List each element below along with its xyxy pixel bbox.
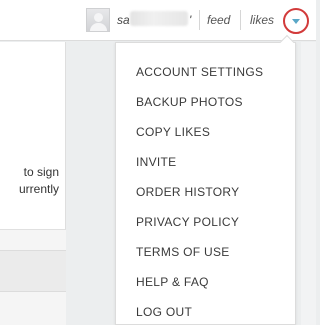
background-box-row <box>0 250 66 292</box>
menu-item-terms-of-use[interactable]: TERMS OF USE <box>136 245 230 259</box>
menu-item-copy-likes[interactable]: COPY LIKES <box>136 125 210 139</box>
account-dropdown-menu: ACCOUNT SETTINGS BACKUP PHOTOS COPY LIKE… <box>115 34 296 325</box>
avatar[interactable] <box>86 8 110 32</box>
menu-item-account-settings[interactable]: ACCOUNT SETTINGS <box>136 65 263 79</box>
menu-item-help-faq[interactable]: HELP & FAQ <box>136 275 209 289</box>
username-redacted <box>130 11 188 26</box>
account-menu-toggle-button[interactable] <box>283 8 309 34</box>
top-header-bar: sa ' feed likes <box>0 0 316 41</box>
menu-item-order-history[interactable]: ORDER HISTORY <box>136 185 239 199</box>
username-prefix[interactable]: sa <box>117 13 130 27</box>
menu-item-invite[interactable]: INVITE <box>136 155 176 169</box>
background-box <box>0 229 66 325</box>
right-background-strip <box>301 42 316 325</box>
avatar-body-shape <box>90 23 107 31</box>
username-suffix: ' <box>189 13 192 27</box>
nav-likes-link[interactable]: likes <box>250 13 274 27</box>
avatar-head-shape <box>94 13 103 22</box>
nav-feed-link[interactable]: feed <box>207 13 230 27</box>
background-text-line-2: urrently <box>18 182 59 196</box>
menu-item-privacy-policy[interactable]: PRIVACY POLICY <box>136 215 239 229</box>
chevron-down-icon <box>292 19 300 24</box>
background-text-line-1: to sign <box>23 165 59 179</box>
nav-divider <box>240 10 241 30</box>
menu-item-backup-photos[interactable]: BACKUP PHOTOS <box>136 95 243 109</box>
menu-item-log-out[interactable]: LOG OUT <box>136 305 192 319</box>
nav-divider <box>199 10 200 30</box>
